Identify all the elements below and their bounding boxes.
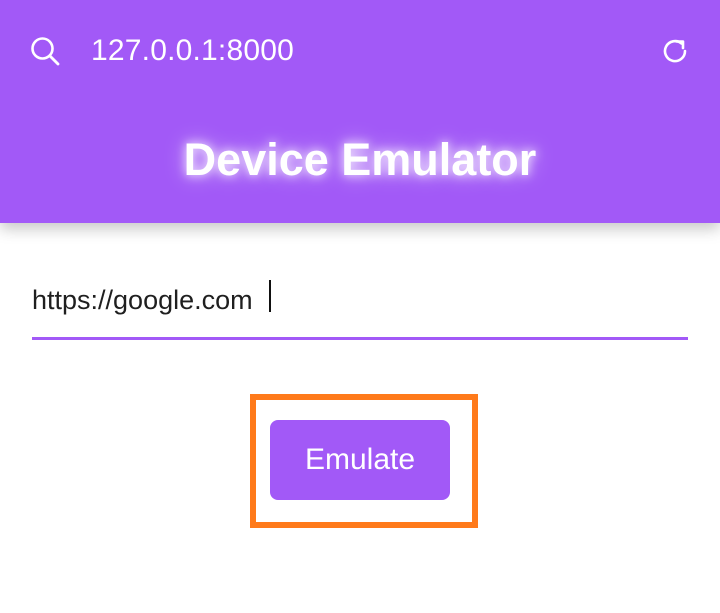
page-title: Device Emulator	[183, 134, 537, 185]
url-field[interactable]	[32, 272, 688, 340]
search-icon[interactable]	[30, 36, 60, 66]
address-bar: 127.0.0.1:8000	[0, 0, 720, 104]
url-input[interactable]	[32, 278, 672, 322]
text-cursor	[269, 280, 271, 312]
emulate-button[interactable]: Emulate	[270, 420, 450, 500]
address-bar-url[interactable]: 127.0.0.1:8000	[91, 32, 294, 70]
refresh-icon[interactable]	[660, 36, 690, 66]
app-header: 127.0.0.1:8000 Device Emulator	[0, 0, 720, 223]
